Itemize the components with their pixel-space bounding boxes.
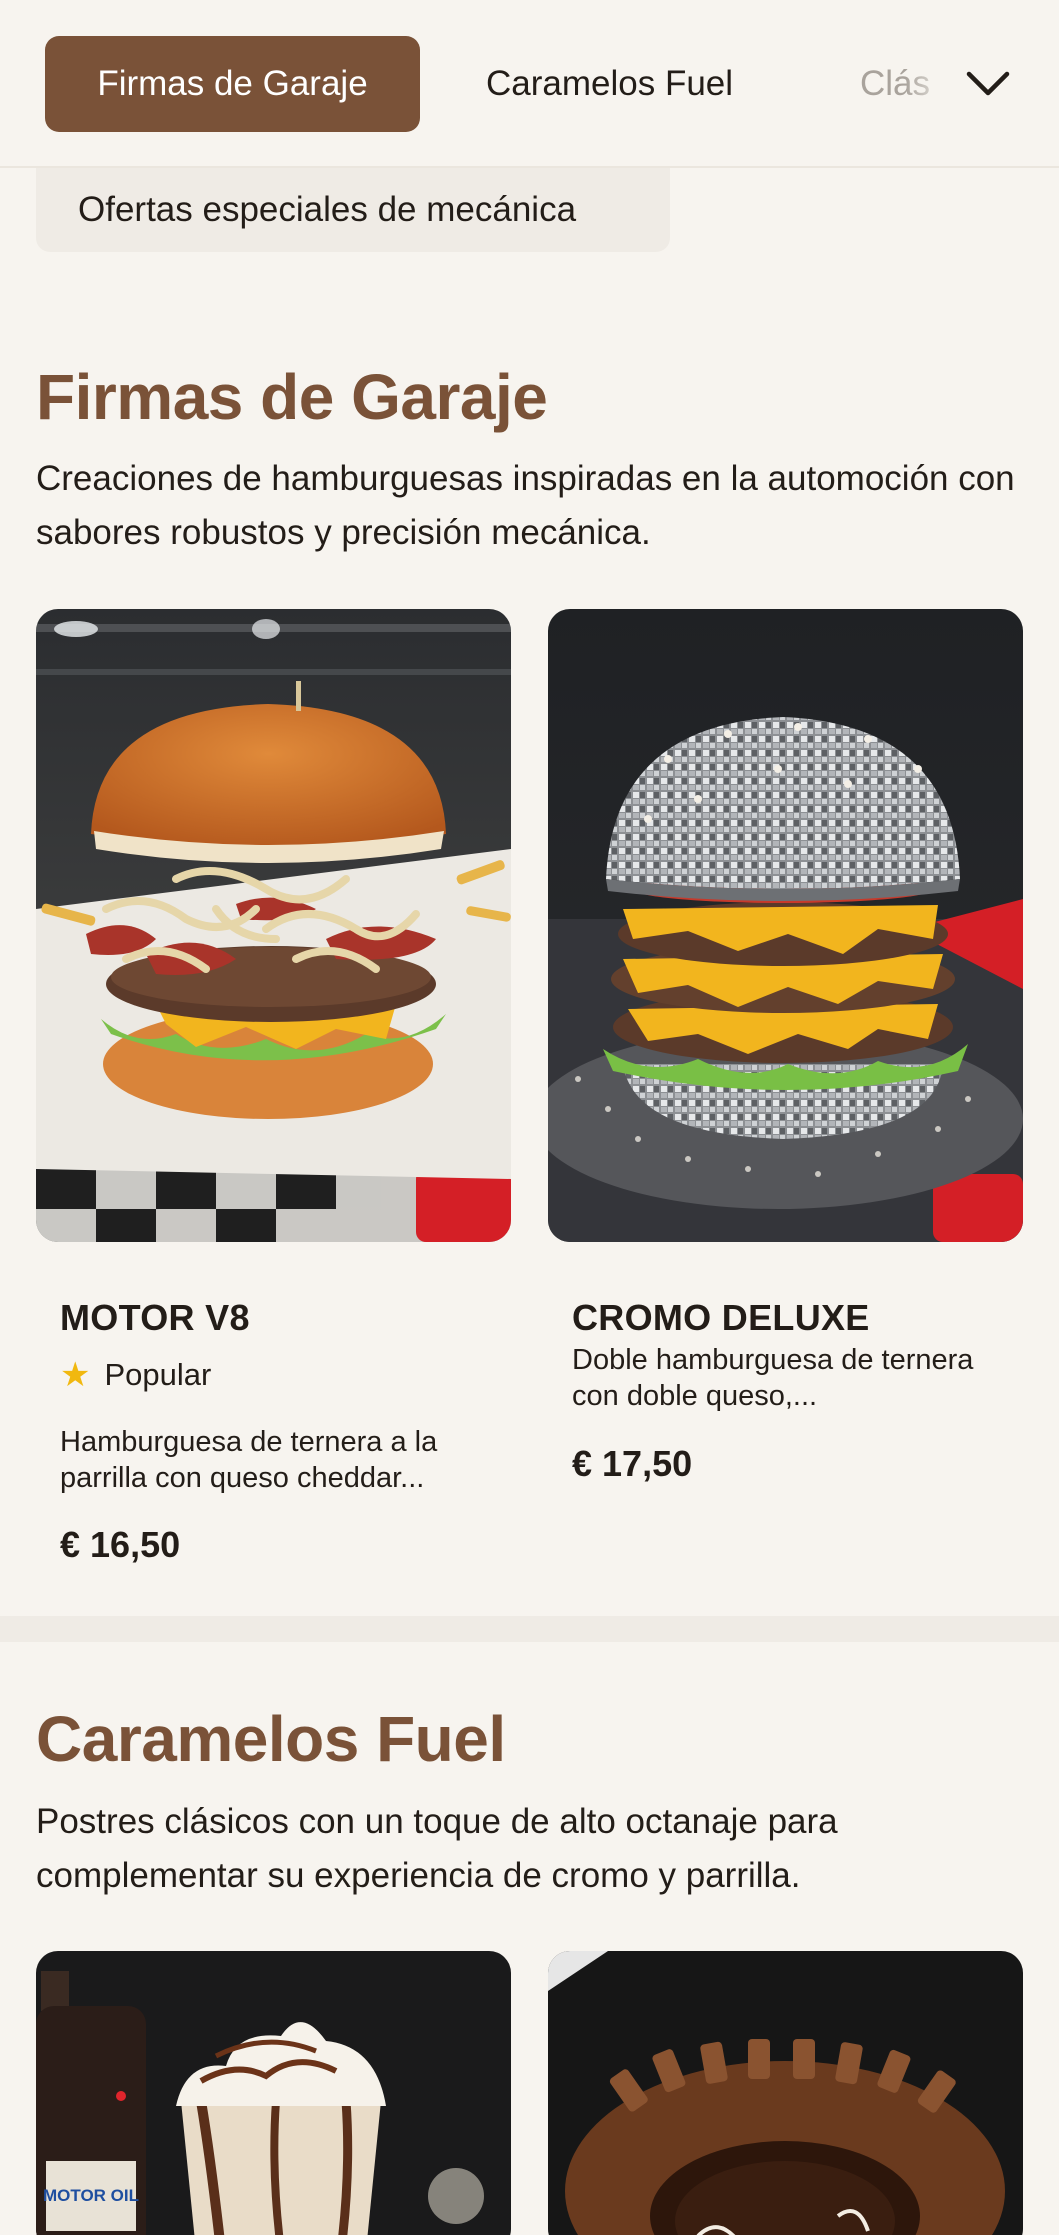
- menu-item-name: CROMO DELUXE: [572, 1297, 870, 1338]
- tab-firmas-de-garaje[interactable]: Firmas de Garaje: [45, 36, 420, 132]
- popular-badge: ★ Popular: [60, 1355, 211, 1395]
- milkshake-photo: MOTOR OIL: [36, 1951, 511, 2235]
- chocolate-tire-cake-photo: [548, 1951, 1023, 2235]
- menu-item-name: MOTOR V8: [60, 1297, 250, 1338]
- menu-item-card-dessert-2[interactable]: [548, 1951, 1023, 2235]
- menu-item-price: € 16,50: [60, 1524, 181, 1565]
- tab-scroll-fade: [905, 30, 965, 140]
- menu-item-description: Doble hamburguesa de ternera con doble q…: [572, 1344, 974, 1412]
- popular-badge-label: Popular: [104, 1357, 212, 1392]
- section-description-firmas: Creaciones de hamburguesas inspiradas en…: [36, 459, 1015, 552]
- section-title-firmas: Firmas de Garaje: [36, 361, 548, 433]
- section-description-caramelos: Postres clásicos con un toque de alto oc…: [36, 1802, 838, 1895]
- tab-caramelos-fuel[interactable]: Caramelos Fuel: [486, 36, 733, 132]
- chevron-down-icon[interactable]: [962, 58, 1014, 110]
- category-tab-bar: Firmas de Garaje Caramelos Fuel Clás: [0, 0, 1059, 168]
- menu-item-description: Hamburguesa de ternera a la parrilla con…: [60, 1426, 438, 1494]
- menu-item-card-cromo-deluxe[interactable]: CROMO DELUXE Doble hamburguesa de terner…: [548, 609, 1023, 1509]
- menu-page: Firmas de Garaje Caramelos Fuel Clás Ofe…: [0, 0, 1059, 2235]
- burger-photo: [548, 609, 1023, 1242]
- burger-photo: [36, 609, 511, 1242]
- menu-item-card-dessert-1[interactable]: MOTOR OIL: [36, 1951, 511, 2235]
- bottle-label-text: MOTOR OIL: [43, 2186, 139, 2205]
- subcategory-chip-ofertas[interactable]: Ofertas especiales de mecánica: [36, 168, 670, 252]
- star-icon: ★: [60, 1356, 91, 1394]
- section-title-caramelos: Caramelos Fuel: [36, 1703, 506, 1775]
- menu-item-price: € 17,50: [572, 1443, 693, 1484]
- menu-item-card-motor-v8[interactable]: MOTOR V8 ★ Popular Hamburguesa de terner…: [36, 609, 511, 1569]
- section-divider: [0, 1616, 1059, 1642]
